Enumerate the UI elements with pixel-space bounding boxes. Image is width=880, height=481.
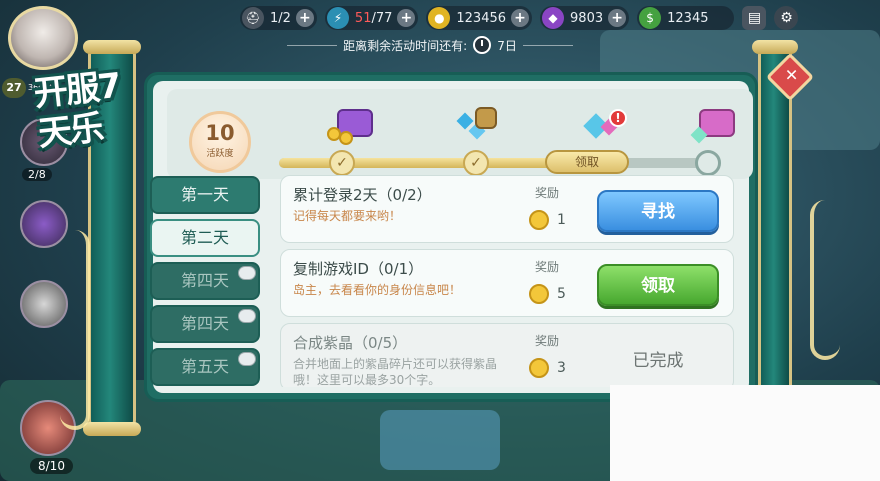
right-scroll-post (758, 45, 792, 430)
lock-icon (238, 352, 256, 366)
tab-label: 第四天 (180, 271, 229, 290)
helmet-resource: ⛑ 1/2 + (240, 6, 317, 30)
check-icon: ✓ (463, 150, 489, 176)
tab-day-4[interactable]: 第四天 (150, 305, 260, 343)
timer-value: 7日 (497, 38, 517, 53)
activity-points-badge: 10 活跃度 (189, 111, 251, 173)
scroll-cap (83, 422, 141, 436)
list-item: 复制游戏ID（0/1） 岛主，去看看你的身份信息吧！ 奖励 5 领取 (280, 249, 734, 317)
reward-quantity: 1 (557, 212, 566, 228)
gold-coin-icon: ● (428, 7, 451, 29)
add-energy-button[interactable]: + (397, 9, 416, 27)
milestone-node-locked (695, 150, 721, 176)
chest-reward-1[interactable] (325, 105, 377, 145)
gold-ribbon (60, 230, 90, 430)
gold-coin-icon (529, 210, 549, 230)
event-timer: 距离剩余活动时间还有: 7日 (270, 34, 590, 56)
energy-icon: ⚡ (326, 7, 349, 29)
add-gem-button[interactable]: + (608, 9, 627, 27)
find-button[interactable]: 寻找 (597, 190, 719, 232)
helmet-count: 1/2 (270, 10, 291, 26)
green-cash-icon: $ (639, 7, 662, 29)
tab-label: 第五天 (180, 357, 229, 376)
task-list[interactable]: 累计登录2天（0/2） 记得每天都要来哟！ 奖励 1 寻找 复制游戏ID（0/1… (280, 175, 734, 387)
gear-icon[interactable]: ⚙ (774, 6, 799, 30)
activity-progress: 10 活跃度 ✓ ✓ ! 领取 (167, 89, 753, 179)
background-terrain (380, 410, 500, 470)
energy-resource: ⚡ 51/77 + (324, 6, 419, 30)
tab-day-1[interactable]: 第一天 (150, 176, 260, 214)
bottom-counter: 8/10 (30, 458, 73, 474)
chest-reward-2[interactable] (449, 105, 501, 145)
reward-quantity: 5 (557, 286, 566, 302)
alert-icon: ! (609, 109, 627, 127)
gold-coin-icon (529, 358, 549, 378)
energy-current: 51 (354, 10, 372, 26)
tab-day-2[interactable]: 第二天 (150, 219, 260, 257)
reward-label: 奖励 (535, 260, 560, 274)
divider (287, 44, 338, 46)
divider (522, 44, 573, 46)
timer-label: 距离剩余活动时间还有: (343, 38, 468, 53)
clock-icon (473, 36, 492, 54)
tab-day-5[interactable]: 第五天 (150, 348, 260, 386)
gem-count: 9803 (570, 10, 604, 26)
reward-label: 奖励 (535, 334, 560, 348)
completed-status: 已完成 (632, 351, 684, 371)
watermark-area (610, 385, 880, 481)
scroll-cap (752, 40, 798, 54)
chest-reward-4[interactable] (687, 105, 739, 145)
resource-bar: ⛑ 1/2 + ⚡ 51/77 + ● 123456 + ◆ 9803 + $ … (240, 4, 874, 32)
task-description: 合并地面上的紫晶碎片还可以获得紫晶哦！这里可以最多30个字。 (293, 357, 498, 387)
level-badge: 27 (2, 78, 26, 98)
gold-count: 123456 (456, 10, 507, 26)
purple-gem-icon: ◆ (542, 7, 565, 29)
task-title: 复制游戏ID（0/1） (293, 260, 424, 278)
add-gold-button[interactable]: + (511, 9, 530, 27)
claim-milestone-button[interactable]: 领取 (545, 150, 629, 174)
lock-icon (238, 309, 256, 323)
tab-day-3[interactable]: 第四天 (150, 262, 260, 300)
reward-label: 奖励 (535, 186, 560, 200)
gold-resource: ● 123456 + (426, 6, 533, 30)
helmet-icon: ⛑ (242, 7, 264, 29)
task-title: 累计登录2天（0/2） (293, 186, 432, 204)
notebook-icon[interactable]: ▤ (742, 6, 767, 30)
claim-button[interactable]: 领取 (597, 264, 719, 306)
scroll-cap (83, 40, 141, 54)
tab-label: 第四天 (180, 314, 229, 333)
gold-ribbon (810, 200, 840, 360)
avatar[interactable] (8, 6, 78, 70)
check-icon: ✓ (329, 150, 355, 176)
event-title: 开服7天乐 (32, 65, 122, 155)
cash-resource: $ 12345 (637, 6, 735, 30)
lock-icon (238, 266, 256, 280)
task-description: 岛主，去看看你的身份信息吧！ (293, 283, 462, 297)
task-description: 记得每天都要来哟！ (293, 209, 402, 223)
gem-resource: ◆ 9803 + (540, 6, 630, 30)
cash-count: 12345 (667, 10, 709, 26)
list-item: 合成紫晶（0/5） 合并地面上的紫晶碎片还可以获得紫晶哦！这里可以最多30个字。… (280, 323, 734, 387)
gold-coin-icon (529, 284, 549, 304)
list-item: 累计登录2天（0/2） 记得每天都要来哟！ 奖励 1 寻找 (280, 175, 734, 243)
activity-label: 活跃度 (206, 149, 234, 159)
activity-points: 10 (205, 121, 235, 145)
reward-quantity: 3 (557, 360, 566, 376)
energy-max: /77 (371, 10, 393, 26)
task-title: 合成紫晶（0/5） (293, 334, 408, 352)
add-helmet-button[interactable]: + (295, 9, 314, 27)
side-count: 2/8 (22, 168, 52, 181)
